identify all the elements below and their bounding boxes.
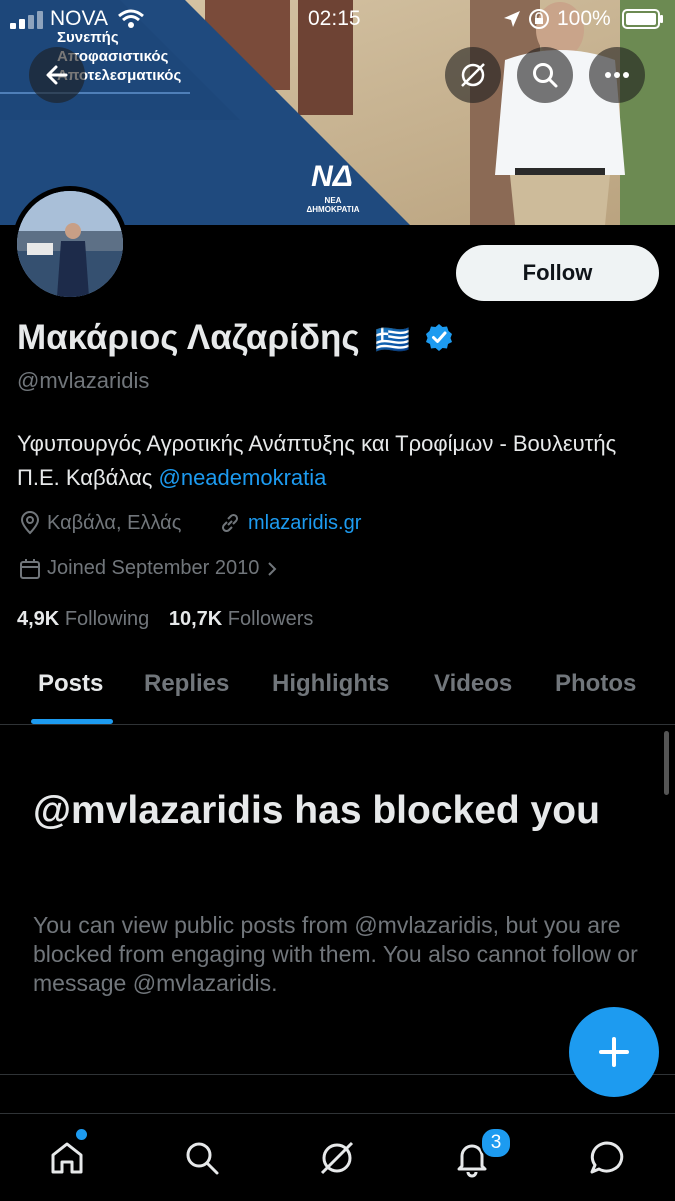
grok-icon bbox=[320, 1141, 354, 1175]
location-text: Καβάλα, Ελλάς bbox=[47, 511, 182, 534]
plus-icon bbox=[599, 1037, 629, 1067]
location-row: Καβάλα, Ελλάς bbox=[19, 511, 181, 535]
joined-text: Joined September 2010 bbox=[47, 557, 260, 579]
location-icon bbox=[504, 11, 520, 27]
compose-post-button[interactable] bbox=[569, 1007, 659, 1097]
nav-home[interactable] bbox=[43, 1134, 91, 1182]
status-bar: NOVA 02:15 100% bbox=[0, 0, 675, 40]
followers-label: Followers bbox=[227, 608, 314, 630]
chevron-right-icon bbox=[268, 561, 277, 576]
tab-videos[interactable]: Videos bbox=[434, 670, 512, 698]
website-row[interactable]: mlazaridis.gr bbox=[218, 511, 361, 535]
tab-posts[interactable]: Posts bbox=[38, 670, 103, 698]
party-logo: ΝΔ bbox=[311, 160, 353, 193]
bottom-navigation bbox=[0, 1113, 675, 1201]
profile-bio: Υφυπουργός Αγροτικής Ανάπτυξης και Τροφί… bbox=[17, 427, 657, 495]
signal-icon bbox=[10, 11, 43, 29]
chat-bubble-icon bbox=[590, 1141, 624, 1174]
nav-search[interactable] bbox=[178, 1134, 226, 1182]
home-icon bbox=[51, 1142, 83, 1174]
nav-messages[interactable] bbox=[583, 1134, 631, 1182]
following-stat[interactable]: 4,9K Following bbox=[17, 608, 149, 630]
party-name: ΝΕΑ ΔΗΜΟΚΡΑΤΙΑ bbox=[306, 196, 360, 214]
follow-stats: 4,9K Following 10,7K Followers bbox=[17, 608, 313, 631]
back-arrow-icon bbox=[46, 65, 68, 85]
followers-stat[interactable]: 10,7K Followers bbox=[169, 608, 314, 630]
wifi-icon bbox=[118, 9, 144, 28]
following-count: 4,9K bbox=[17, 608, 60, 630]
grok-button[interactable] bbox=[445, 47, 501, 103]
back-button[interactable] bbox=[29, 47, 85, 103]
verified-badge-icon bbox=[425, 324, 452, 351]
link-icon bbox=[221, 513, 239, 533]
home-unread-dot bbox=[76, 1129, 87, 1140]
battery-icon bbox=[622, 9, 663, 29]
profile-handle: @mvlazaridis bbox=[17, 368, 150, 393]
tabs-divider bbox=[0, 724, 675, 725]
nav-grok[interactable] bbox=[313, 1134, 361, 1182]
search-icon bbox=[533, 63, 558, 88]
profile-avatar[interactable] bbox=[12, 186, 128, 302]
website-link[interactable]: mlazaridis.gr bbox=[248, 512, 361, 535]
notifications-badge: 3 bbox=[480, 1127, 512, 1159]
scrollbar[interactable] bbox=[664, 731, 669, 795]
tab-photos[interactable]: Photos bbox=[555, 670, 636, 698]
search-icon bbox=[186, 1142, 219, 1175]
rotation-lock-icon bbox=[529, 9, 549, 29]
tab-replies[interactable]: Replies bbox=[144, 670, 229, 698]
avatar-photo bbox=[17, 191, 123, 297]
greek-flag-icon: 🇬🇷 bbox=[375, 324, 411, 355]
carrier-name: NOVA bbox=[50, 7, 108, 30]
display-name: Μακάριος Λαζαρίδης 🇬🇷 bbox=[17, 318, 454, 358]
battery-percent: 100% bbox=[557, 7, 611, 30]
grok-icon bbox=[461, 63, 485, 87]
following-label: Following bbox=[64, 608, 150, 630]
more-button[interactable] bbox=[589, 47, 645, 103]
blocked-message: You can view public posts from @mvlazari… bbox=[33, 912, 638, 996]
joined-row[interactable]: Joined September 2010 bbox=[19, 557, 283, 580]
tab-highlights[interactable]: Highlights bbox=[272, 670, 389, 698]
search-button[interactable] bbox=[517, 47, 573, 103]
follow-button[interactable]: Follow bbox=[456, 245, 659, 301]
blocked-title: @mvlazaridis has blocked you bbox=[33, 789, 600, 832]
calendar-icon bbox=[20, 558, 40, 579]
more-icon bbox=[605, 72, 629, 78]
followers-count: 10,7K bbox=[168, 608, 223, 630]
bio-mention-link[interactable]: @neademokratia bbox=[159, 465, 327, 490]
clock: 02:15 bbox=[308, 7, 361, 30]
content-divider bbox=[0, 1074, 675, 1075]
location-pin-icon bbox=[20, 511, 40, 535]
display-name-text: Μακάριος Λαζαρίδης bbox=[17, 318, 360, 357]
